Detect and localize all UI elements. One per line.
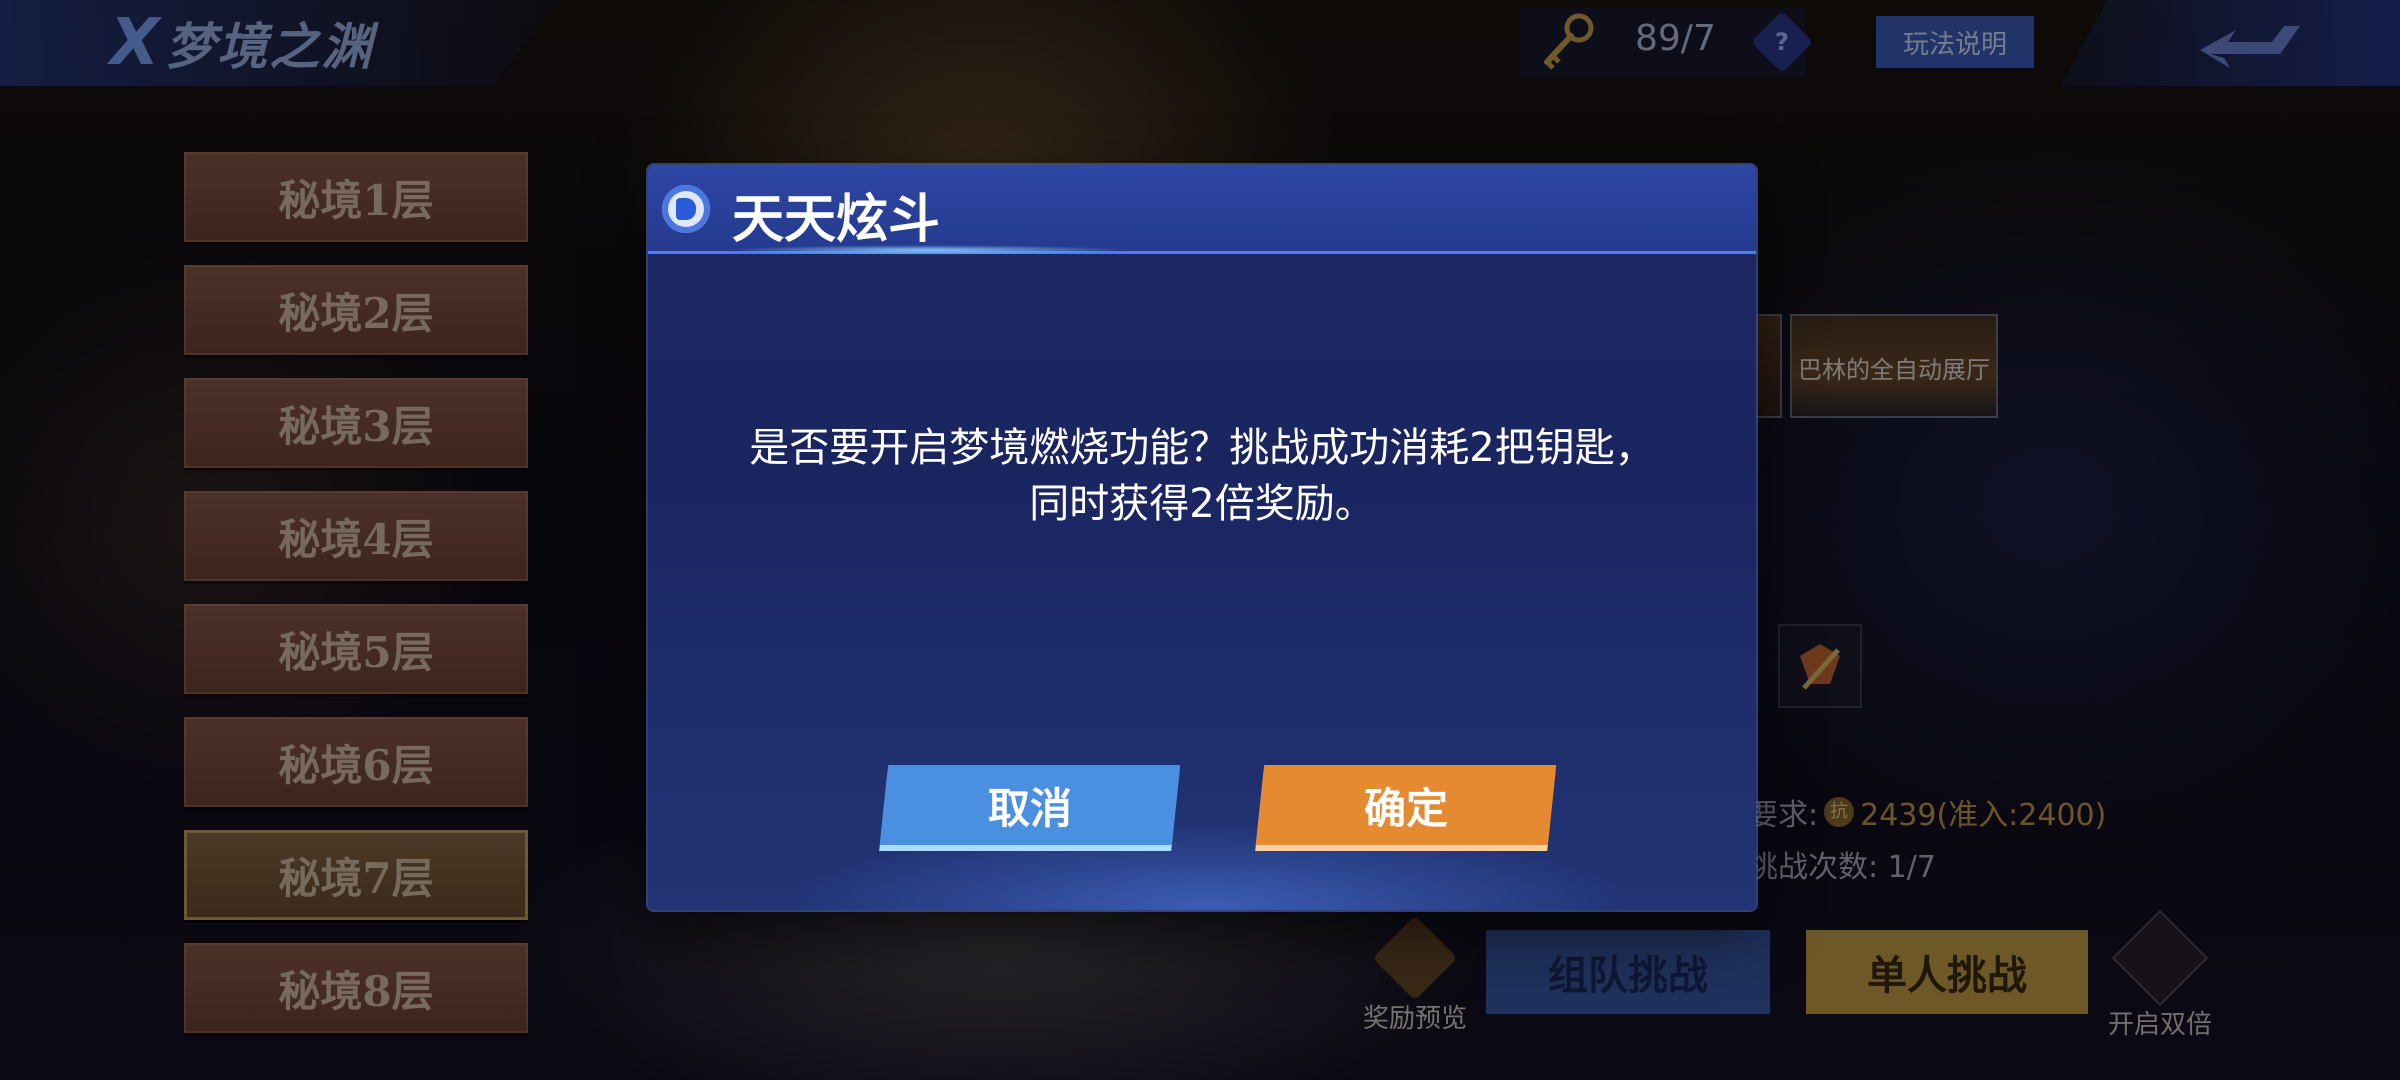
dialog-message-line1: 是否要开启梦境燃烧功能？挑战成功消耗2把钥匙，: [749, 425, 1655, 471]
dialog-message-line2: 同时获得2倍奖励。: [1029, 481, 1375, 527]
cancel-button[interactable]: 取消: [879, 765, 1181, 845]
dialog-message: 是否要开启梦境燃烧功能？挑战成功消耗2把钥匙， 同时获得2倍奖励。: [688, 420, 1716, 532]
dialog-logo-icon: [662, 185, 710, 233]
confirm-button[interactable]: 确定: [1255, 765, 1557, 845]
confirm-button-label: 确定: [1363, 783, 1448, 833]
confirm-dialog: 天天炫斗 是否要开启梦境燃烧功能？挑战成功消耗2把钥匙， 同时获得2倍奖励。 取…: [648, 165, 1756, 910]
cancel-button-label: 取消: [987, 783, 1072, 833]
dialog-title: 天天炫斗: [732, 190, 941, 250]
